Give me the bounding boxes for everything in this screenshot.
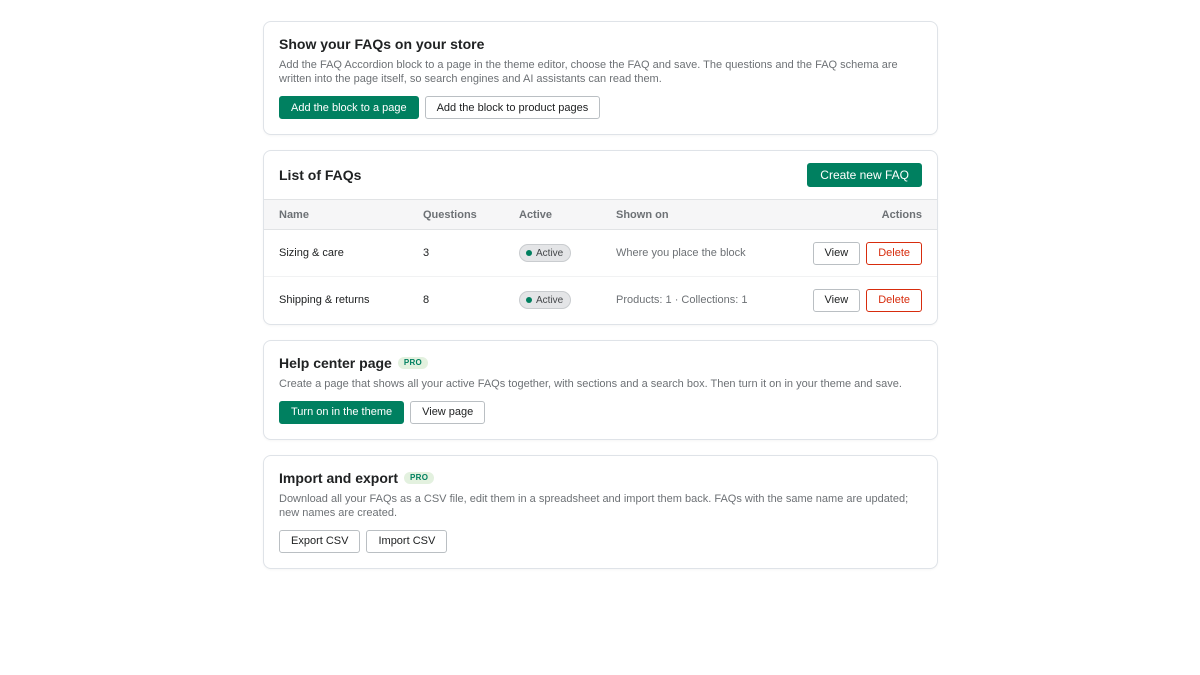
turn-on-in-theme-button[interactable]: Turn on in the theme (279, 400, 405, 424)
view-faq-button[interactable]: View (812, 288, 861, 312)
faq-list-header: List of FAQs Create new FAQ (264, 151, 937, 199)
row-actions: View Delete (812, 241, 922, 265)
faq-list-card: List of FAQs Create new FAQ Name Questio… (263, 150, 938, 325)
page-content: Show your FAQs on your store Add the FAQ… (263, 21, 938, 584)
pro-badge: PRO (397, 356, 429, 369)
import-export-actions: Export CSV Import CSV (279, 529, 922, 553)
help-center-title-text: Help center page (279, 354, 392, 371)
import-export-title: Import and export PRO (279, 470, 922, 486)
show-faqs-card: Show your FAQs on your store Add the FAQ… (263, 21, 938, 135)
delete-faq-button[interactable]: Delete (866, 288, 922, 312)
import-csv-button[interactable]: Import CSV (366, 529, 448, 553)
view-faq-button[interactable]: View (812, 241, 861, 265)
faq-list-title: List of FAQs (279, 167, 362, 183)
column-header-shown-on: Shown on (616, 199, 766, 230)
column-header-questions: Questions (423, 199, 519, 230)
help-center-card: Help center page PRO Create a page that … (263, 339, 938, 440)
column-header-active: Active (519, 199, 616, 230)
row-actions: View Delete (812, 288, 922, 312)
table-header-row: Name Questions Active Shown on Actions (264, 199, 937, 230)
import-export-card: Import and export PRO Download all your … (263, 454, 938, 569)
faq-question-count: 3 (423, 229, 519, 277)
show-faqs-title: Show your FAQs on your store (279, 36, 485, 52)
add-block-to-product-pages-button[interactable]: Add the block to product pages (424, 96, 601, 119)
table-row: Shipping & returns 8 Active Products: 1 … (264, 277, 937, 324)
faq-question-count: 8 (423, 294, 430, 307)
column-header-actions: Actions (766, 199, 937, 230)
table-row: Sizing & care 3 Active Where you place t… (264, 229, 937, 277)
faq-name: Shipping & returns (279, 294, 370, 307)
add-block-to-page-button[interactable]: Add the block to a page (279, 96, 419, 119)
faq-table: Name Questions Active Shown on Actions S… (264, 199, 937, 324)
faq-shown-on: Where you place the block (616, 229, 766, 277)
show-faqs-actions: Add the block to a page Add the block to… (279, 96, 922, 119)
pro-badge: PRO (404, 471, 435, 484)
import-export-description: Download all your FAQs as a CSV file, ed… (279, 492, 909, 519)
create-new-faq-button[interactable]: Create new FAQ (807, 163, 922, 187)
column-header-name: Name (264, 199, 423, 230)
show-faqs-description: Add the FAQ Accordion block to a page in… (279, 59, 898, 85)
status-badge-label: Active (536, 294, 564, 306)
view-page-button[interactable]: View page (410, 400, 486, 424)
active-dot-icon (526, 250, 532, 256)
status-badge: Active (519, 244, 572, 262)
status-badge: Active (519, 291, 572, 310)
help-center-title: Help center page PRO (279, 355, 922, 371)
delete-faq-button[interactable]: Delete (866, 241, 922, 265)
faq-name: Sizing & care (264, 229, 423, 277)
export-csv-button[interactable]: Export CSV (279, 529, 361, 553)
help-center-actions: Turn on in the theme View page (279, 400, 922, 424)
active-dot-icon (526, 297, 532, 304)
help-center-description: Create a page that shows all your active… (279, 377, 902, 390)
import-export-title-text: Import and export (279, 469, 399, 486)
faq-shown-on: Products: 1 · Collections: 1 (616, 294, 748, 307)
status-badge-label: Active (536, 247, 564, 259)
